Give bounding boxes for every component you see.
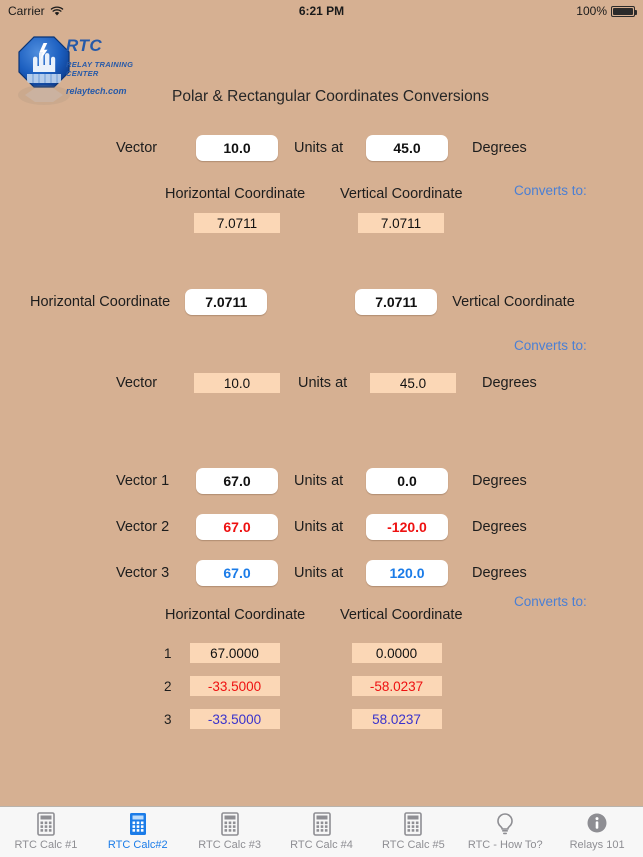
tab-label: RTC Calc #1 xyxy=(14,839,78,851)
carrier-label: Carrier xyxy=(8,4,45,18)
section3-vector3-degrees-label: Degrees xyxy=(472,565,527,581)
calculator-icon xyxy=(309,811,335,837)
wifi-icon xyxy=(50,6,64,17)
tab-label: RTC Calc #3 xyxy=(198,839,262,851)
section3-vector1-degrees-label: Degrees xyxy=(472,473,527,489)
rtc-logo-text: RTC RELAY TRAINING CENTER relaytech.com xyxy=(58,36,160,96)
section3-vector2-degrees-label: Degrees xyxy=(472,519,527,535)
calculator-icon xyxy=(125,811,151,837)
section3-vector3-units-label: Units at xyxy=(294,565,344,581)
section3-vector2-row: Vector 2 67.0 Units at -120.0 Degrees xyxy=(116,512,527,542)
rtc-website-label: relaytech.com xyxy=(66,86,127,96)
tab-rtc-calc-1[interactable]: RTC Calc #1 xyxy=(0,807,92,857)
section3-result2-vertical-output: -58.0237 xyxy=(351,676,442,696)
section3-result1-horizontal-output: 67.0000 xyxy=(189,643,280,663)
section1-angle-input[interactable]: 45.0 xyxy=(366,135,448,161)
rtc-tagline-label: RELAY TRAINING CENTER xyxy=(66,60,134,78)
section1-vertical-output: 7.0711 xyxy=(358,213,444,233)
section3-result1-index: 1 xyxy=(164,645,172,661)
section3-result3-vertical-output: 58.0237 xyxy=(351,709,442,729)
section3-vector1-label: Vector 1 xyxy=(116,473,170,489)
calculator-icon xyxy=(33,811,59,837)
section3-vector1-units-label: Units at xyxy=(294,473,344,489)
tab-rtc-how-to[interactable]: RTC - How To? xyxy=(459,807,551,857)
info-circle-icon xyxy=(584,811,610,837)
section2-units-label: Units at xyxy=(298,375,348,391)
section1-horizontal-output: 7.0711 xyxy=(194,213,280,233)
section2-polar-results-row: Vector 10.0 Units at 45.0 Degrees xyxy=(116,368,537,398)
section2-degrees-label: Degrees xyxy=(482,375,537,391)
app-screen: Carrier 6:21 PM 100% RTC RELAY TRAINING … xyxy=(0,0,643,857)
rtc-brand-label: RTC xyxy=(66,36,103,55)
status-bar-right: 100% xyxy=(576,0,637,22)
section2-vector-label: Vector xyxy=(116,375,158,391)
section3-vector3-label: Vector 3 xyxy=(116,565,170,581)
section1-units-label: Units at xyxy=(294,140,344,156)
section3-vector2-label: Vector 2 xyxy=(116,519,170,535)
status-bar: Carrier 6:21 PM 100% xyxy=(0,0,643,22)
section3-result3-horizontal-output: -33.5000 xyxy=(189,709,280,729)
status-bar-clock: 6:21 PM xyxy=(298,4,345,18)
status-bar-left: Carrier xyxy=(8,4,64,18)
section3-converts-to-label: Converts to: xyxy=(514,594,587,609)
lightbulb-icon xyxy=(492,811,518,837)
section3-vector2-angle-input[interactable]: -120.0 xyxy=(366,514,448,540)
section1-degrees-label: Degrees xyxy=(472,140,527,156)
tab-label: RTC Calc #5 xyxy=(381,839,445,851)
section2-vertical-label: Vertical Coordinate xyxy=(452,294,575,310)
rtc-logo: RTC RELAY TRAINING CENTER relaytech.com xyxy=(10,32,160,105)
section2-angle-output: 45.0 xyxy=(370,373,456,393)
calculator-icon xyxy=(217,811,243,837)
section3-vector3-angle-input[interactable]: 120.0 xyxy=(366,560,448,586)
section1-vertical-header: Vertical Coordinate xyxy=(340,186,463,202)
battery-full-icon xyxy=(611,5,637,17)
section2-horizontal-input[interactable]: 7.0711 xyxy=(185,289,268,315)
table-row: 2 -33.5000 -58.0237 xyxy=(164,671,442,701)
calculator-icon xyxy=(400,811,426,837)
section3-vector2-units-label: Units at xyxy=(294,519,344,535)
section1-polar-input-row: Vector 10.0 Units at 45.0 Degrees xyxy=(116,133,527,163)
tab-label: RTC - How To? xyxy=(467,839,543,851)
section2-vector-output: 10.0 xyxy=(194,373,280,393)
section2-vertical-input[interactable]: 7.0711 xyxy=(355,289,438,315)
tab-rtc-calc-3[interactable]: RTC Calc #3 xyxy=(184,807,276,857)
section2-converts-to-label: Converts to: xyxy=(514,338,587,353)
tab-label: RTC Calc #4 xyxy=(290,839,353,851)
section2-horizontal-label: Horizontal Coordinate xyxy=(30,294,171,310)
section3-vector1-row: Vector 1 67.0 Units at 0.0 Degrees xyxy=(116,466,527,496)
battery-percent-label: 100% xyxy=(576,4,607,18)
tab-label: Relays 101 xyxy=(569,839,625,851)
page-title: Polar & Rectangular Coordinates Conversi… xyxy=(172,88,490,105)
section3-result1-vertical-output: 0.0000 xyxy=(351,643,442,663)
section1-horizontal-header: Horizontal Coordinate xyxy=(165,186,306,202)
section3-vector3-row: Vector 3 67.0 Units at 120.0 Degrees xyxy=(116,558,527,588)
tab-bar: RTC Calc #1 RTC Calc#2 RTC Calc #3 RTC C… xyxy=(0,806,643,857)
section2-rect-input-row: Horizontal Coordinate 7.0711 7.0711 Vert… xyxy=(30,287,575,317)
section3-horizontal-header: Horizontal Coordinate xyxy=(165,607,306,623)
section1-results-row: 7.0711 7.0711 xyxy=(194,208,444,238)
section1-vector-input[interactable]: 10.0 xyxy=(196,135,278,161)
section3-result2-horizontal-output: -33.5000 xyxy=(189,676,280,696)
section1-converts-to-label: Converts to: xyxy=(514,183,587,198)
section3-vector1-angle-input[interactable]: 0.0 xyxy=(366,468,448,494)
app-header: RTC RELAY TRAINING CENTER relaytech.com … xyxy=(0,30,643,105)
table-row: 1 67.0000 0.0000 xyxy=(164,638,442,668)
tab-relays-101[interactable]: Relays 101 xyxy=(551,807,643,857)
section3-vector3-magnitude-input[interactable]: 67.0 xyxy=(196,560,278,586)
section1-vector-label: Vector xyxy=(116,140,158,156)
table-row: 3 -33.5000 58.0237 xyxy=(164,704,442,734)
tab-rtc-calc-2[interactable]: RTC Calc#2 xyxy=(92,807,184,857)
section3-result3-index: 3 xyxy=(164,711,172,727)
tab-rtc-calc-5[interactable]: RTC Calc #5 xyxy=(367,807,459,857)
section3-vector2-magnitude-input[interactable]: 67.0 xyxy=(196,514,278,540)
section3-vertical-header: Vertical Coordinate xyxy=(340,607,463,623)
tab-label: RTC Calc#2 xyxy=(107,839,168,851)
section3-vector1-magnitude-input[interactable]: 67.0 xyxy=(196,468,278,494)
section3-result2-index: 2 xyxy=(164,678,172,694)
tab-rtc-calc-4[interactable]: RTC Calc #4 xyxy=(276,807,368,857)
